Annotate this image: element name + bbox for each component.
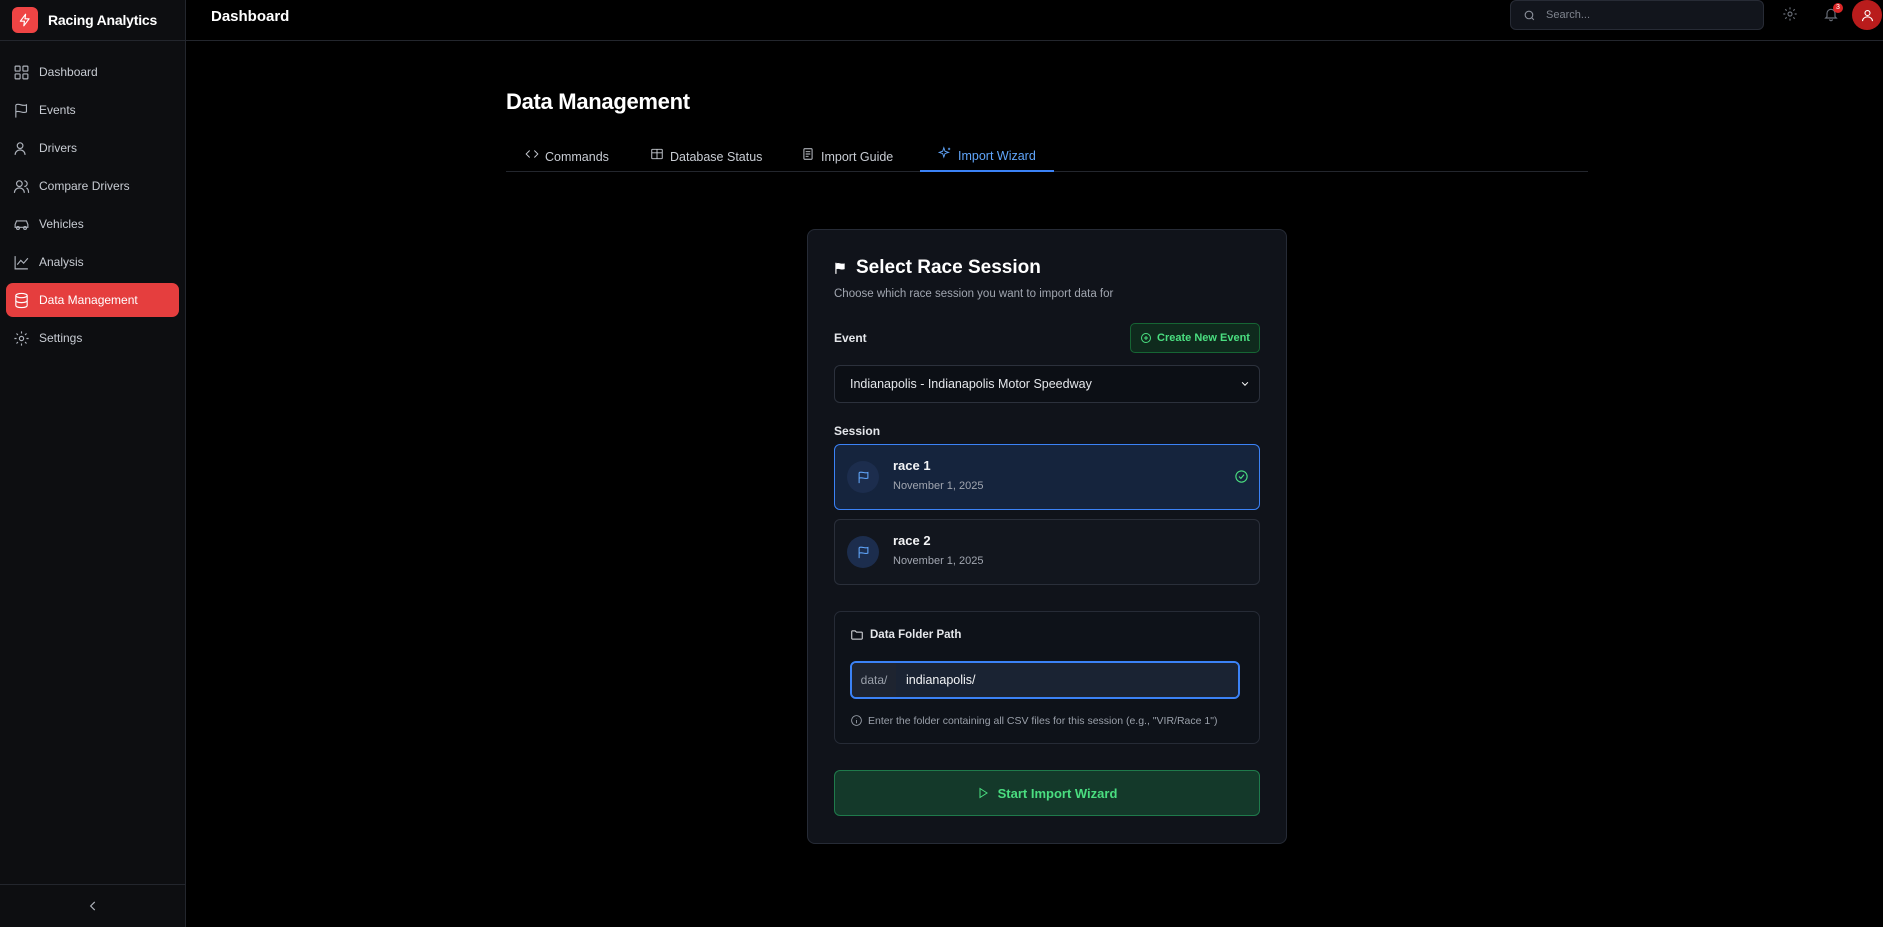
code-icon — [525, 150, 539, 158]
tab-label: Database Status — [670, 150, 763, 164]
tab-database-status[interactable]: Database Status — [650, 140, 762, 172]
database-icon — [15, 292, 28, 308]
session-name: race 1 — [893, 458, 931, 473]
session-label: Session — [834, 424, 881, 438]
users-icon — [13, 179, 30, 193]
topbar: Dashboard 3 — [186, 0, 1883, 41]
sparkles-icon — [938, 146, 951, 159]
sidebar: Racing Analytics Dashboard Events Driver… — [0, 0, 186, 927]
session-option-race-1[interactable]: race 1 November 1, 2025 — [834, 444, 1260, 510]
chart-line-icon — [14, 255, 29, 269]
sidebar-item-compare-drivers[interactable]: Compare Drivers — [6, 169, 179, 203]
search-input[interactable] — [1546, 9, 1746, 21]
check-circle-icon — [1235, 470, 1248, 483]
gear-icon — [1783, 7, 1797, 21]
sidebar-item-label: Compare Drivers — [39, 179, 130, 193]
user-icon — [14, 141, 26, 155]
notification-badge: 3 — [1833, 3, 1843, 13]
tab-label: Import Guide — [821, 150, 894, 164]
search-box[interactable] — [1510, 0, 1764, 30]
sidebar-item-label: Events — [39, 103, 76, 117]
sidebar-item-dashboard[interactable]: Dashboard — [6, 55, 179, 89]
tab-label: Import Wizard — [958, 149, 1036, 163]
start-import-wizard-label: Start Import Wizard — [997, 785, 1118, 801]
folder-path-hint: Enter the folder containing all CSV file… — [850, 714, 1217, 727]
info-icon — [851, 715, 862, 726]
sidebar-item-label: Settings — [39, 331, 83, 345]
session-date: November 1, 2025 — [893, 480, 984, 492]
table-icon — [651, 148, 663, 160]
sidebar-item-drivers[interactable]: Drivers — [6, 131, 179, 165]
play-icon — [979, 787, 988, 799]
flag-icon — [15, 103, 28, 118]
folder-icon — [851, 630, 863, 640]
event-label: Event — [834, 331, 867, 345]
folder-path-input[interactable] — [896, 663, 1238, 697]
flag-icon — [835, 262, 845, 274]
data-folder-heading: Data Folder Path — [850, 628, 961, 642]
import-wizard-card: Select Race Session Choose which race se… — [807, 229, 1287, 844]
tab-import-wizard[interactable]: Import Wizard — [920, 140, 1054, 172]
create-new-event-button[interactable]: Create New Event — [1130, 323, 1260, 353]
sidebar-item-label: Drivers — [39, 141, 77, 155]
sidebar-item-label: Data Management — [39, 293, 138, 307]
tab-import-guide[interactable]: Import Guide — [801, 140, 893, 172]
flag-icon — [847, 536, 879, 568]
sidebar-item-events[interactable]: Events — [6, 93, 179, 127]
session-date: November 1, 2025 — [893, 555, 984, 567]
session-name: race 2 — [893, 533, 931, 548]
card-title: Select Race Session — [833, 257, 1041, 279]
brand[interactable]: Racing Analytics — [0, 0, 185, 41]
settings-button[interactable] — [1782, 6, 1800, 24]
gear-icon — [14, 330, 29, 346]
event-select[interactable]: Indianapolis - Indianapolis Motor Speedw… — [834, 365, 1260, 403]
tab-bar: Commands Database Status Import Guide Im… — [506, 140, 1588, 172]
sidebar-item-vehicles[interactable]: Vehicles — [6, 207, 179, 241]
page-title: Data Management — [506, 89, 690, 114]
user-icon — [1861, 9, 1873, 21]
search-icon — [1524, 10, 1535, 20]
car-icon — [14, 219, 29, 230]
data-folder-label: Data Folder Path — [870, 629, 962, 641]
flag-icon — [847, 461, 879, 493]
sidebar-nav: Dashboard Events Drivers Compare Drivers… — [0, 41, 185, 355]
sidebar-item-label: Dashboard — [39, 65, 98, 79]
data-folder-section: Data Folder Path data/ Enter the folder … — [834, 611, 1260, 744]
sidebar-item-label: Vehicles — [39, 217, 84, 231]
chevron-left-icon — [89, 901, 95, 911]
lightning-icon — [12, 7, 38, 33]
book-icon — [803, 148, 813, 160]
topbar-title: Dashboard — [211, 8, 290, 25]
tab-label: Commands — [545, 150, 609, 164]
notifications-button[interactable]: 3 — [1823, 3, 1843, 24]
chevron-down-icon — [1241, 381, 1249, 386]
session-option-race-2[interactable]: race 2 November 1, 2025 — [834, 519, 1260, 585]
create-new-event-label: Create New Event — [1157, 332, 1250, 344]
card-title-text: Select Race Session — [856, 257, 1041, 278]
folder-path-prefix: data/ — [852, 663, 896, 697]
sidebar-item-analysis[interactable]: Analysis — [6, 245, 179, 279]
folder-path-field[interactable]: data/ — [850, 661, 1240, 699]
sidebar-item-data-management[interactable]: Data Management — [6, 283, 179, 317]
brand-name: Racing Analytics — [48, 12, 158, 28]
event-select-value: Indianapolis - Indianapolis Motor Speedw… — [850, 377, 1092, 391]
card-subtitle: Choose which race session you want to im… — [834, 288, 1114, 300]
tab-commands[interactable]: Commands — [525, 140, 609, 172]
folder-hint-text: Enter the folder containing all CSV file… — [868, 714, 1218, 727]
avatar[interactable] — [1852, 0, 1882, 30]
sidebar-item-label: Analysis — [39, 255, 84, 269]
start-import-wizard-button[interactable]: Start Import Wizard — [834, 770, 1260, 816]
sidebar-collapse-button[interactable] — [0, 884, 185, 927]
grid-icon — [14, 65, 29, 79]
sidebar-item-settings[interactable]: Settings — [6, 321, 179, 355]
plus-circle-icon — [1141, 333, 1152, 343]
